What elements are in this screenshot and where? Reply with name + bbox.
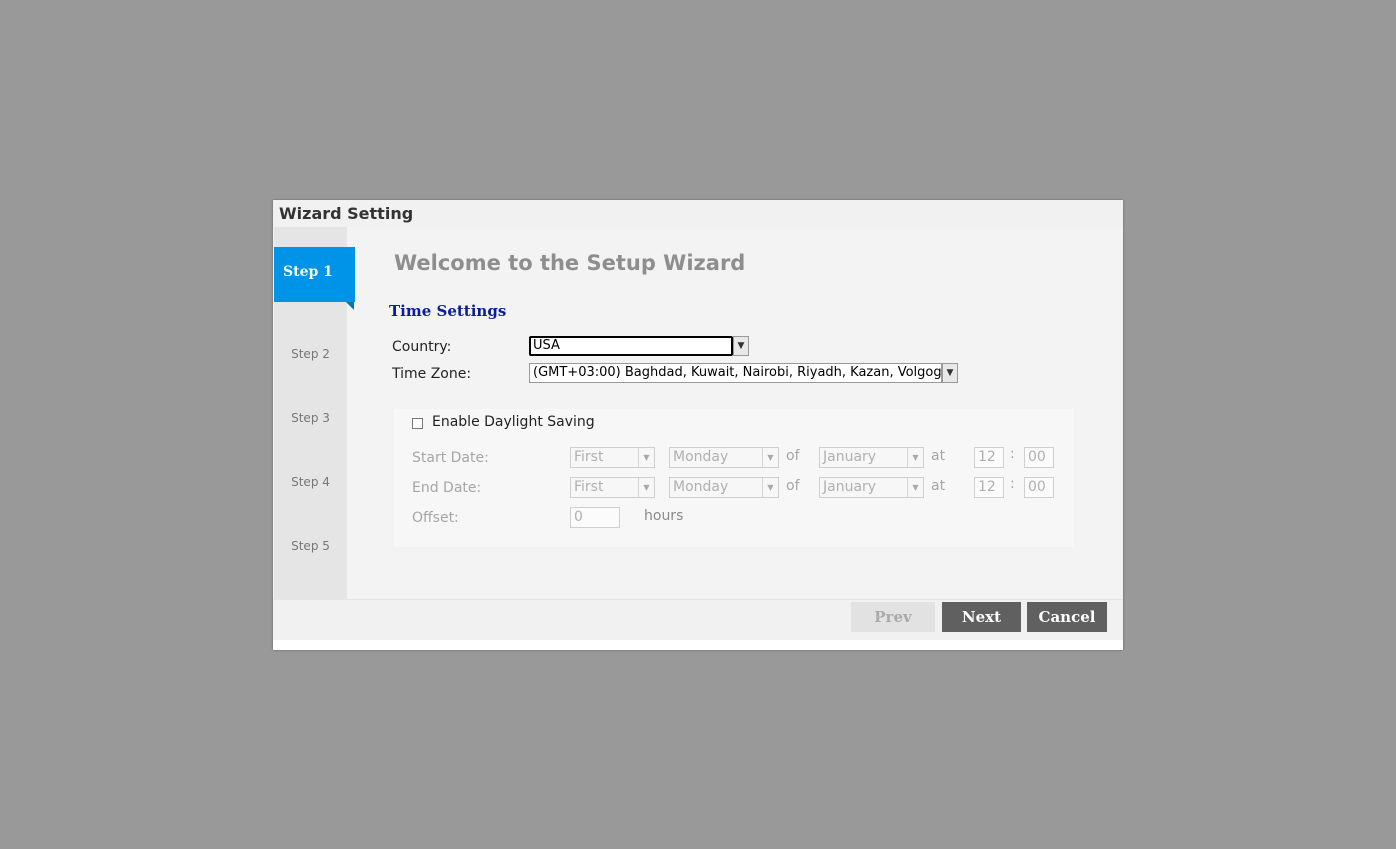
step-sidebar: Step 1 Step 2 Step 3 Step 4 Step 5 [274, 227, 355, 599]
dialog-body: Step 1 Step 2 Step 3 Step 4 Step 5 Welco… [273, 227, 1123, 599]
start-time-colon: : [1010, 446, 1015, 462]
step-5: Step 5 [291, 539, 330, 553]
timezone-select[interactable]: (GMT+03:00) Baghdad, Kuwait, Nairobi, Ri… [529, 363, 942, 383]
step-3: Step 3 [291, 411, 330, 425]
end-of-label: of [786, 478, 800, 494]
enable-daylight-saving-checkbox[interactable] [412, 418, 423, 429]
chevron-down-icon: ▼ [946, 368, 954, 378]
start-month-value: January [823, 449, 877, 465]
offset-unit-label: hours [644, 508, 684, 524]
end-time-colon: : [1010, 476, 1015, 492]
end-week-value: First [574, 479, 604, 495]
end-hour-input[interactable]: 12 [974, 477, 1004, 498]
start-week-value: First [574, 449, 604, 465]
dialog-title: Wizard Setting [273, 200, 1123, 227]
start-day-select[interactable]: Monday ▼ [669, 447, 779, 468]
chevron-down-icon: ▼ [907, 478, 923, 497]
offset-label: Offset: [412, 510, 459, 526]
end-minute-input[interactable]: 00 [1024, 477, 1054, 498]
wizard-content: Welcome to the Setup Wizard Time Setting… [347, 227, 1123, 599]
start-at-label: at [931, 448, 946, 464]
cancel-button[interactable]: Cancel [1027, 602, 1107, 632]
wizard-dialog: Wizard Setting Step 1 Step 2 Step 3 Step… [273, 200, 1123, 650]
chevron-down-icon: ▼ [638, 478, 654, 497]
chevron-down-icon: ▼ [638, 448, 654, 467]
end-month-select[interactable]: January ▼ [819, 477, 924, 498]
section-title: Time Settings [389, 302, 507, 320]
end-month-value: January [823, 479, 877, 495]
start-month-select[interactable]: January ▼ [819, 447, 924, 468]
start-of-label: of [786, 448, 800, 464]
start-week-select[interactable]: First ▼ [570, 447, 655, 468]
step-2: Step 2 [291, 347, 330, 361]
end-week-select[interactable]: First ▼ [570, 477, 655, 498]
country-input[interactable]: USA [529, 336, 733, 356]
welcome-heading: Welcome to the Setup Wizard [394, 251, 746, 275]
country-dropdown-button[interactable]: ▼ [733, 336, 749, 356]
start-minute-input[interactable]: 00 [1024, 447, 1054, 468]
end-at-label: at [931, 478, 946, 494]
start-hour-input[interactable]: 12 [974, 447, 1004, 468]
chevron-down-icon: ▼ [762, 478, 778, 497]
end-day-value: Monday [673, 479, 729, 495]
start-day-value: Monday [673, 449, 729, 465]
timezone-dropdown-button[interactable]: ▼ [942, 363, 958, 383]
prev-button[interactable]: Prev [851, 602, 935, 632]
end-date-label: End Date: [412, 480, 482, 496]
daylight-saving-panel: Enable Daylight Saving Start Date: First… [394, 409, 1074, 547]
chevron-down-icon: ▼ [907, 448, 923, 467]
enable-daylight-saving-label[interactable]: Enable Daylight Saving [432, 414, 595, 430]
country-label: Country: [392, 339, 452, 355]
end-day-select[interactable]: Monday ▼ [669, 477, 779, 498]
start-date-label: Start Date: [412, 450, 489, 466]
dialog-footer: Prev Next Cancel [273, 599, 1123, 640]
offset-input[interactable]: 0 [570, 507, 620, 528]
step-4: Step 4 [291, 475, 330, 489]
chevron-down-icon: ▼ [762, 448, 778, 467]
next-button[interactable]: Next [942, 602, 1021, 632]
chevron-down-icon: ▼ [737, 341, 745, 351]
step-1: Step 1 [274, 247, 355, 302]
timezone-label: Time Zone: [392, 366, 472, 382]
